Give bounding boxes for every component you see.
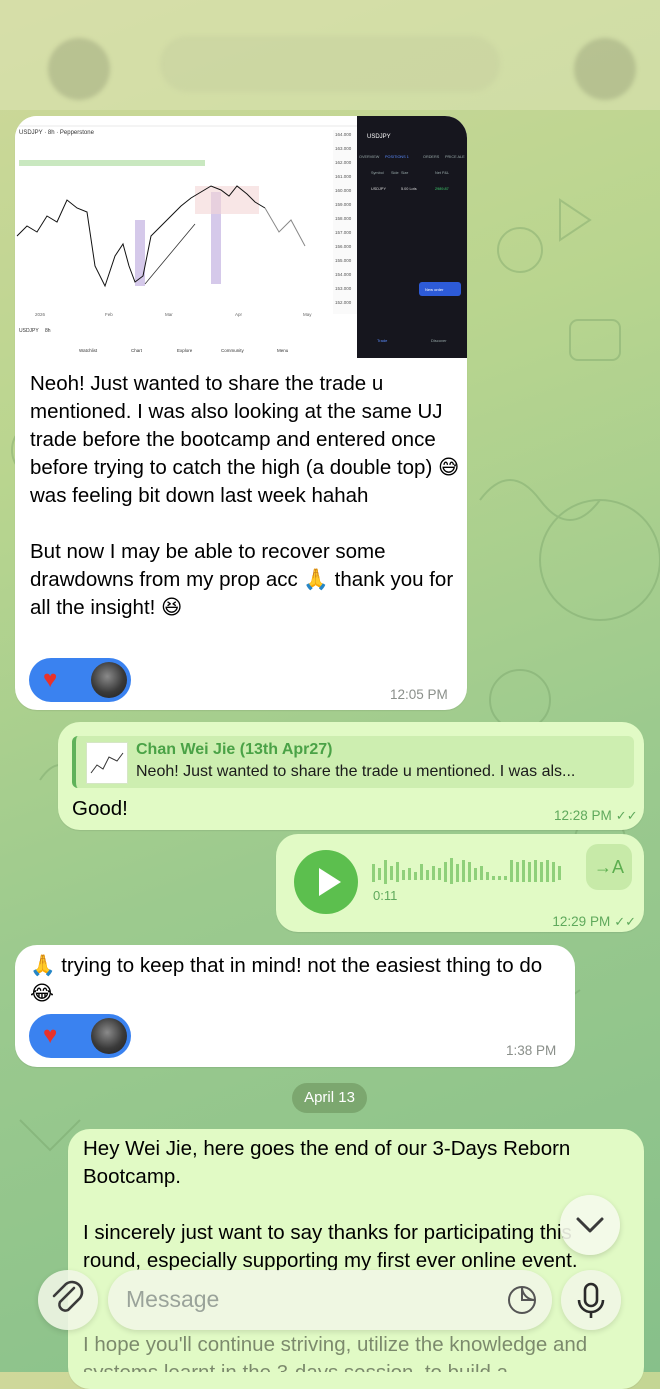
svg-text:ORDERS: ORDERS <box>423 155 440 159</box>
message-placeholder: Message <box>126 1286 220 1312</box>
message-text-continued: I hope you'll continue striving, utilize… <box>83 1333 588 1372</box>
message-text: Hey Wei Jie, here goes the end of our 3-… <box>83 1137 578 1272</box>
message-time: 1:38 PM <box>506 1043 557 1058</box>
back-button[interactable] <box>48 38 110 100</box>
reply-snippet: Neoh! Just wanted to share the trade u m… <box>136 763 576 780</box>
reactor-avatar <box>91 662 127 698</box>
reply-sender-name: Chan Wei Jie (13th Apr27) <box>136 741 333 758</box>
svg-text:Side: Side <box>391 171 399 175</box>
svg-text:152.000: 152.000 <box>335 300 352 305</box>
reply-thumbnail <box>86 742 128 784</box>
double-check-icon: ✓✓ <box>614 914 636 929</box>
message-time: 12:28 PM ✓✓ <box>554 808 638 823</box>
svg-text:OVERVIEW: OVERVIEW <box>359 155 380 159</box>
svg-text:Watchlist: Watchlist <box>79 348 98 353</box>
message-text: Neoh! Just wanted to share the trade u m… <box>30 372 460 619</box>
svg-text:158.000: 158.000 <box>335 216 352 221</box>
svg-text:Chart: Chart <box>131 348 143 353</box>
voice-waveform[interactable] <box>372 858 572 886</box>
trading-screenshot-image[interactable]: USDJPY · 8h · Pepperstone 164.000 163.00… <box>15 116 467 358</box>
svg-text:5.00 Lots: 5.00 Lots <box>401 187 417 191</box>
svg-text:164.000: 164.000 <box>335 132 352 137</box>
contact-avatar[interactable] <box>574 38 636 100</box>
chart-purple-box <box>135 220 145 286</box>
message-time: 12:29 PM ✓✓ <box>552 914 636 929</box>
svg-text:USDJPY: USDJPY <box>371 187 386 191</box>
reaction-pill[interactable]: ♥ <box>29 658 131 702</box>
svg-text:USDJPY: USDJPY <box>367 134 391 140</box>
message-input[interactable]: Message <box>108 1270 552 1330</box>
chat-header <box>0 0 660 110</box>
svg-text:POSITIONS 1: POSITIONS 1 <box>385 155 409 159</box>
paperclip-icon <box>52 1280 84 1312</box>
svg-text:Menu: Menu <box>277 348 289 353</box>
attach-button[interactable] <box>38 1270 98 1330</box>
microphone-icon <box>577 1282 605 1318</box>
chat-title-pill[interactable] <box>160 36 500 92</box>
double-check-icon: ✓✓ <box>615 808 638 823</box>
svg-text:162.000: 162.000 <box>335 160 352 165</box>
svg-text:New order: New order <box>425 287 444 292</box>
scroll-to-bottom-button[interactable] <box>560 1195 620 1255</box>
svg-text:Feb: Feb <box>105 312 113 317</box>
svg-text:Discover: Discover <box>431 338 447 343</box>
play-icon[interactable] <box>294 850 358 914</box>
svg-text:Size: Size <box>401 171 408 175</box>
reply-quote[interactable]: Chan Wei Jie (13th Apr27) Neoh! Just wan… <box>72 736 634 788</box>
svg-text:Apr: Apr <box>235 312 243 317</box>
svg-text:USDJPY: USDJPY <box>19 328 39 334</box>
message-text: Good! <box>72 797 128 820</box>
svg-text:161.000: 161.000 <box>335 174 352 179</box>
svg-text:8h: 8h <box>45 328 51 334</box>
svg-text:156.000: 156.000 <box>335 244 352 249</box>
heart-icon: ♥ <box>43 1022 58 1049</box>
message-text: 🙏 trying to keep that in mind! not the e… <box>30 954 548 1005</box>
svg-text:May: May <box>303 312 312 317</box>
trading-chart-screenshot: USDJPY · 8h · Pepperstone 164.000 163.00… <box>15 116 467 358</box>
transcribe-button[interactable]: →A <box>586 844 632 890</box>
svg-text:Trade: Trade <box>377 338 388 343</box>
voice-duration: 0:11 <box>373 888 398 903</box>
svg-text:Net P&L: Net P&L <box>435 171 449 175</box>
sticker-icon[interactable] <box>506 1284 538 1316</box>
svg-text:PRICE ALE: PRICE ALE <box>445 155 465 159</box>
voice-record-button[interactable] <box>561 1270 621 1330</box>
voice-message-bubble[interactable]: 0:11 →A 12:29 PM ✓✓ <box>276 834 644 932</box>
svg-text:157.000: 157.000 <box>335 230 352 235</box>
chart-zone-highlight <box>19 160 205 166</box>
reaction-pill[interactable]: ♥ <box>29 1014 131 1058</box>
message-time: 12:05 PM <box>390 687 448 702</box>
chart-symbol-label: USDJPY · 8h · Pepperstone <box>19 130 95 136</box>
svg-text:153.000: 153.000 <box>335 286 352 291</box>
chevron-down-icon <box>576 1217 604 1233</box>
svg-text:Community: Community <box>221 348 245 353</box>
date-separator: April 13 <box>292 1083 367 1113</box>
heart-icon: ♥ <box>43 666 58 693</box>
svg-text:155.000: 155.000 <box>335 258 352 263</box>
svg-text:163.000: 163.000 <box>335 146 352 151</box>
svg-text:2989.87: 2989.87 <box>435 187 449 191</box>
svg-text:2026: 2026 <box>35 312 46 317</box>
svg-text:160.000: 160.000 <box>335 188 352 193</box>
svg-text:159.000: 159.000 <box>335 202 352 207</box>
svg-text:Symbol: Symbol <box>371 171 384 175</box>
svg-text:Mar: Mar <box>165 312 173 317</box>
svg-text:154.000: 154.000 <box>335 272 352 277</box>
reactor-avatar <box>91 1018 127 1054</box>
svg-text:Explore: Explore <box>177 348 193 353</box>
